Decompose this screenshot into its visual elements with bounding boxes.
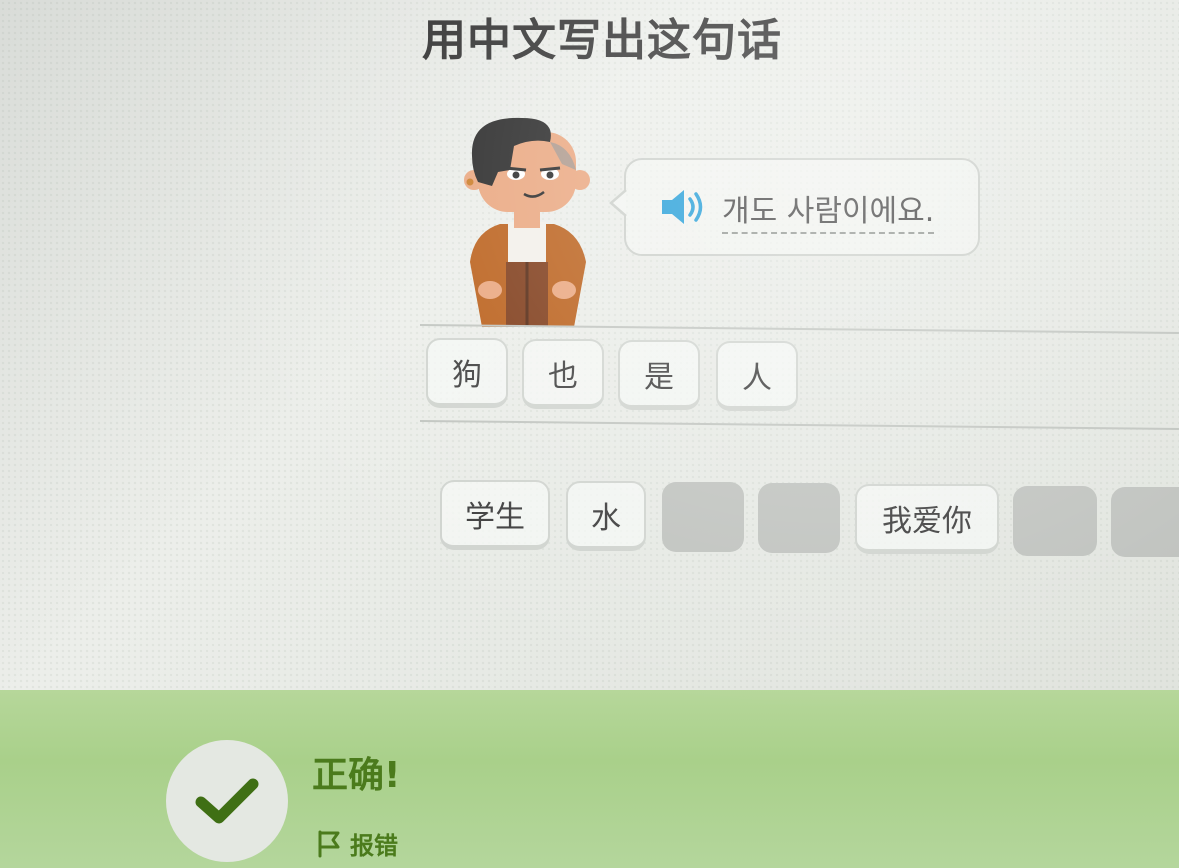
speaker-icon[interactable] xyxy=(660,188,706,226)
page-title: 用中文写出这句话 xyxy=(422,15,782,66)
answer-line-bottom xyxy=(419,420,1179,430)
answer-tile[interactable]: 人 xyxy=(716,341,798,411)
character-illustration xyxy=(464,117,590,327)
word-bank-tile[interactable]: 学生 xyxy=(440,480,550,550)
check-badge xyxy=(166,740,288,862)
answer-tile[interactable]: 也 xyxy=(522,339,604,409)
answer-line-top xyxy=(419,324,1179,334)
prompt-sentence[interactable]: 개도 사람이에요. xyxy=(722,186,935,234)
answer-tile[interactable]: 是 xyxy=(618,340,700,410)
report-button[interactable]: 报错 xyxy=(316,826,398,861)
word-bank-tile-placeholder xyxy=(662,482,744,552)
checkmark-icon xyxy=(195,778,259,824)
word-bank-tile-placeholder xyxy=(1111,487,1179,557)
word-bank-tile[interactable]: 我爱你 xyxy=(855,484,999,554)
feedback-title: 正确! xyxy=(312,755,401,796)
word-bank-tile-placeholder xyxy=(1013,486,1097,556)
answer-tile[interactable]: 狗 xyxy=(426,338,508,408)
flag-icon xyxy=(318,830,340,857)
word-bank-tile-placeholder xyxy=(758,483,840,553)
report-label: 报错 xyxy=(350,832,398,860)
word-bank-tile[interactable]: 水 xyxy=(566,481,646,551)
speech-bubble-tail xyxy=(609,190,627,216)
